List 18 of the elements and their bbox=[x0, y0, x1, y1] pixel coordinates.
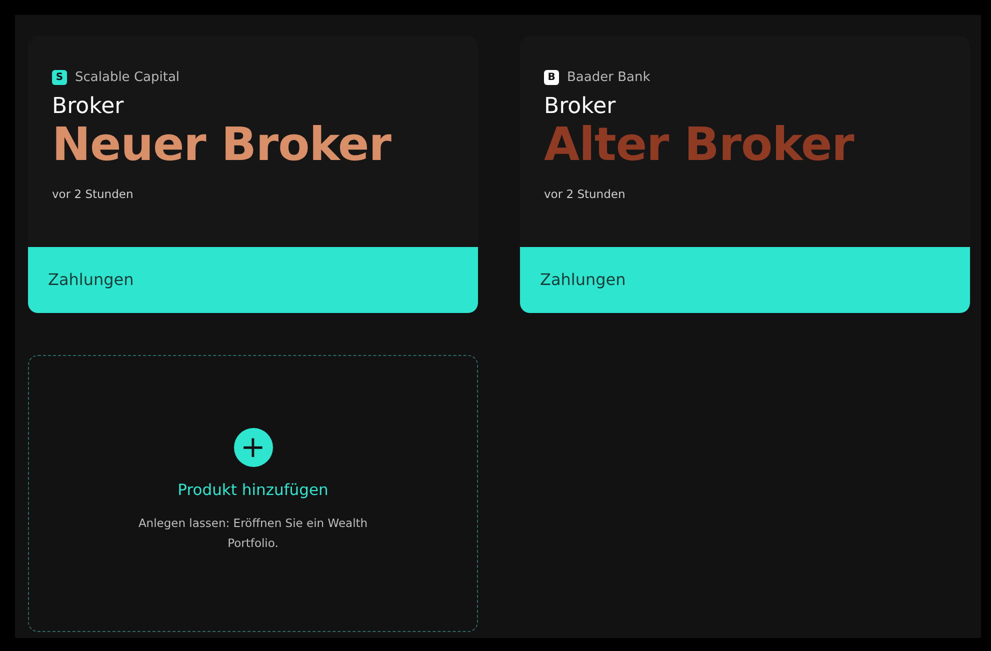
product-title: Alter Broker bbox=[544, 120, 856, 168]
product-card[interactable]: B Baader Bank Broker Alter Broker vor 2 Stunden Zahlungen bbox=[520, 36, 970, 313]
add-icon[interactable]: + bbox=[234, 428, 272, 468]
logo-icon: S bbox=[52, 70, 67, 86]
logo-icon: B bbox=[544, 70, 559, 86]
payments-bar[interactable]: Zahlungen bbox=[28, 247, 478, 313]
product-title: Neuer Broker bbox=[52, 120, 392, 168]
provider-name: Baader Bank bbox=[567, 69, 650, 87]
add-product-title[interactable]: Produkt hinzufügen bbox=[178, 479, 328, 502]
payments-bar[interactable]: Zahlungen bbox=[520, 247, 970, 313]
product-card[interactable]: S Scalable Capital Broker Neuer Broker vor 2 Stunden Zahlungen bbox=[28, 36, 478, 313]
timestamp: vor 2 Stunden bbox=[544, 186, 626, 204]
timestamp: vor 2 Stunden bbox=[52, 186, 134, 204]
category-label: Broker bbox=[52, 94, 125, 120]
add-product-card[interactable]: + Produkt hinzufügen Anlegen lassen: Eröffnen Sie ein Wealth Portfolio. bbox=[28, 355, 478, 632]
category-label: Broker bbox=[544, 94, 617, 120]
add-product-description: Anlegen lassen: Eröffnen Sie ein Wealth Portfolio. bbox=[138, 514, 368, 552]
provider-name: Scalable Capital bbox=[75, 69, 180, 87]
